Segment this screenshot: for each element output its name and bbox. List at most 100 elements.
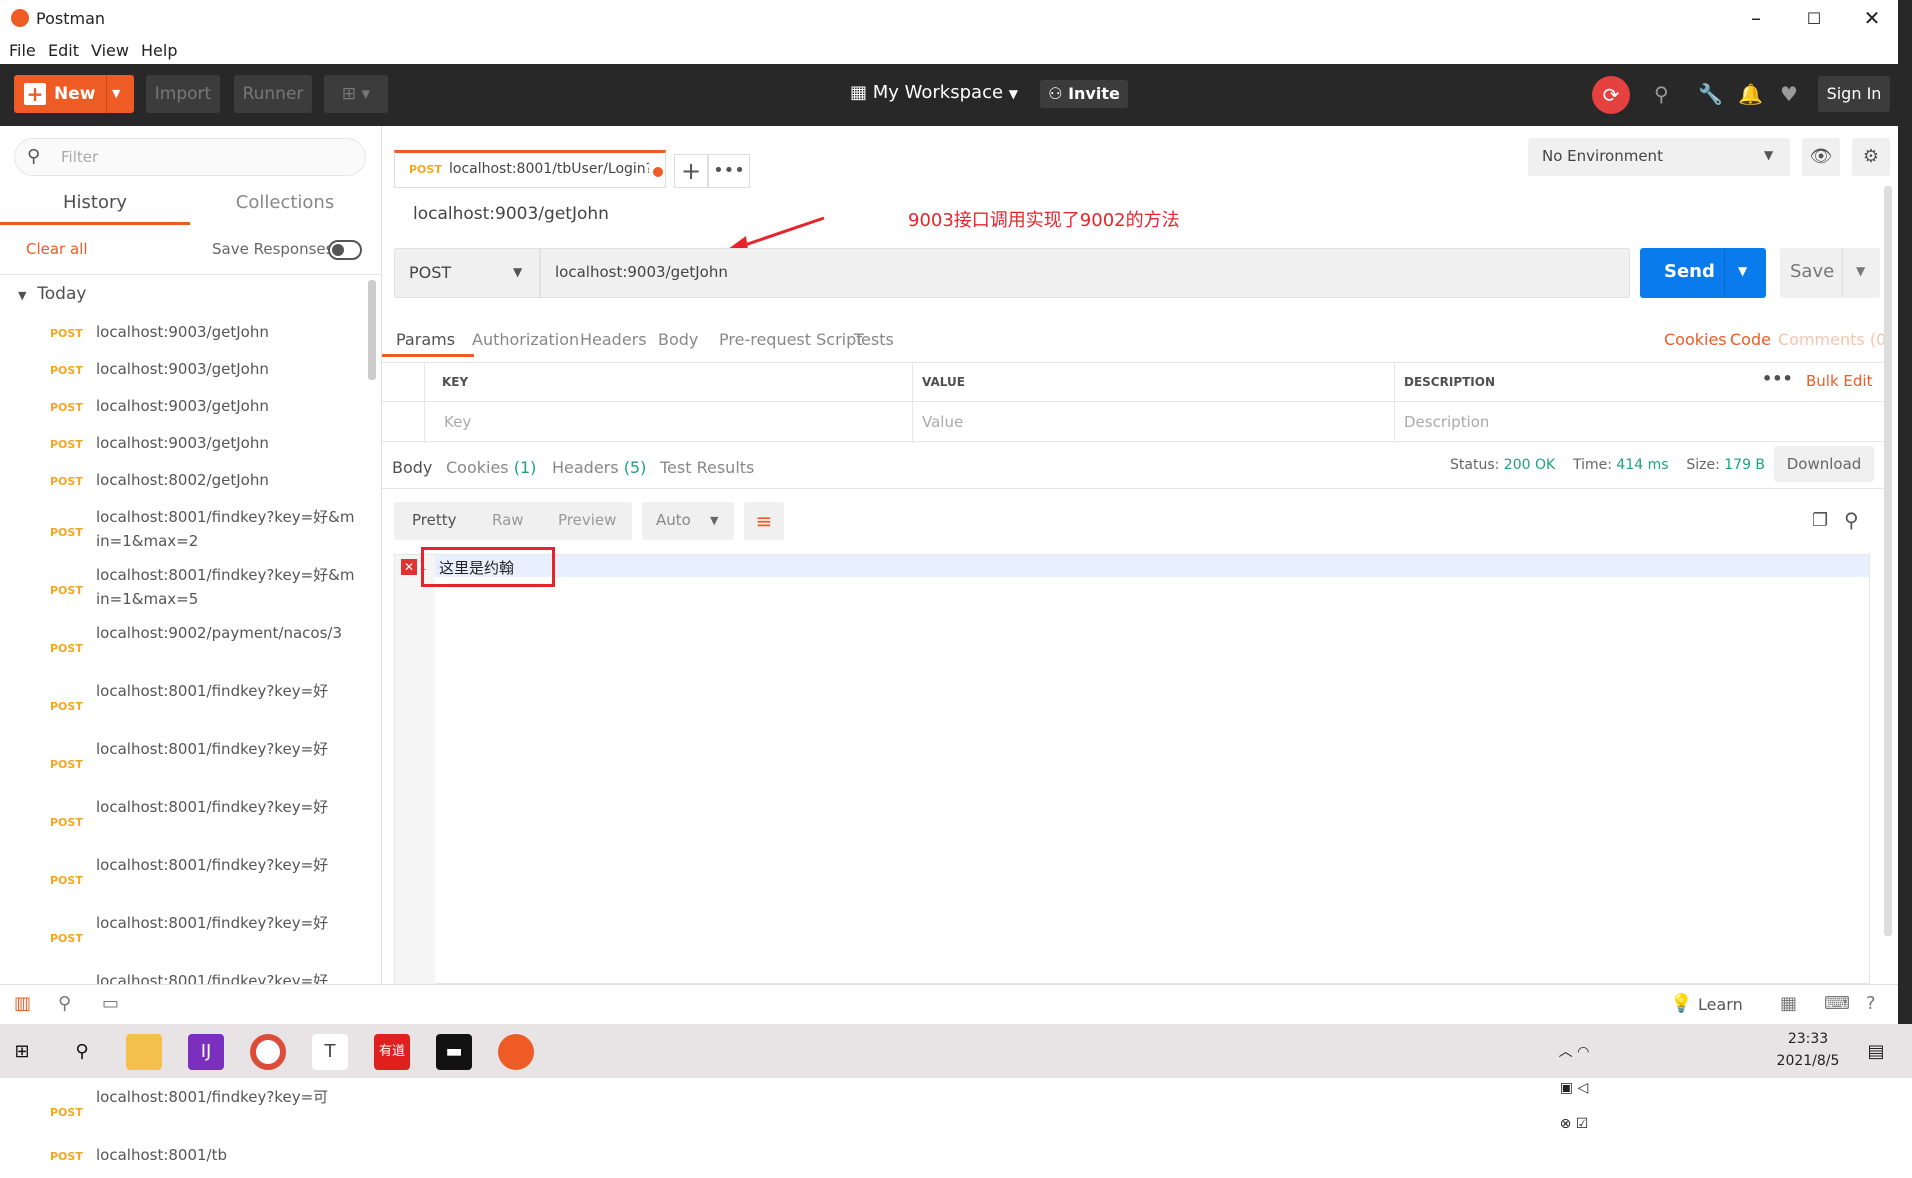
menu-help[interactable]: Help xyxy=(141,41,177,60)
format-select[interactable]: Auto ▼ xyxy=(642,502,734,540)
history-item[interactable]: POST localhost:8001/findkey?key=好 xyxy=(0,851,370,909)
bell-icon[interactable]: 🔔 xyxy=(1738,82,1763,106)
help-icon[interactable]: ? xyxy=(1866,993,1876,1014)
two-pane-icon[interactable]: ▦ xyxy=(1780,993,1797,1014)
postman-taskbar-icon[interactable] xyxy=(498,1034,534,1070)
key-input[interactable]: Key xyxy=(444,413,471,431)
invite-button[interactable]: ⚇ Invite xyxy=(1040,80,1128,108)
typora-icon[interactable]: T xyxy=(312,1034,348,1070)
save-responses-toggle[interactable] xyxy=(328,240,362,260)
more-tabs-button[interactable]: ••• xyxy=(708,154,750,188)
history-item[interactable]: POST localhost:8001/findkey?key=好 xyxy=(0,909,370,967)
menu-view[interactable]: View xyxy=(91,41,129,60)
learn-link[interactable]: Learn xyxy=(1698,995,1743,1014)
history-group-today[interactable]: ▼ Today xyxy=(18,284,86,304)
filter-input[interactable]: ⚲ Filter xyxy=(14,138,366,176)
wrench-icon[interactable]: 🔧 xyxy=(1698,82,1723,106)
sync-icon[interactable]: ⟳ xyxy=(1592,76,1630,114)
sidebar-scrollbar[interactable] xyxy=(368,280,376,380)
method-select[interactable]: POST ▼ xyxy=(394,248,540,298)
bulk-edit-link[interactable]: Bulk Edit xyxy=(1806,372,1872,390)
tab-authorization[interactable]: Authorization xyxy=(472,330,579,349)
more-options-icon[interactable]: ••• xyxy=(1762,369,1793,388)
console-icon[interactable]: ▭ xyxy=(102,993,119,1014)
wrap-lines-icon[interactable]: ≡ xyxy=(744,502,784,540)
response-body-editor[interactable]: ✕ 1 这里是约翰 xyxy=(394,547,1870,985)
search-icon[interactable]: ⚲ xyxy=(1844,508,1859,532)
signin-button[interactable]: Sign In xyxy=(1818,76,1890,112)
tab-headers[interactable]: Headers xyxy=(580,330,647,349)
response-tab-test-results[interactable]: Test Results xyxy=(660,458,754,477)
history-item[interactable]: POST localhost:9002/payment/nacos/3 xyxy=(0,619,370,677)
eye-icon[interactable]: 👁 xyxy=(1802,138,1840,176)
environment-select[interactable]: No Environment ▼ xyxy=(1528,138,1790,176)
download-button[interactable]: Download xyxy=(1774,446,1874,482)
save-button[interactable]: Save ▼ xyxy=(1780,248,1880,298)
search-icon[interactable]: ⚲ xyxy=(64,1034,100,1070)
code-link[interactable]: Code xyxy=(1730,330,1771,349)
tab-body[interactable]: Body xyxy=(658,330,698,349)
comments-link[interactable]: Comments (0) xyxy=(1778,330,1892,349)
send-button[interactable]: Send ▼ xyxy=(1640,248,1766,298)
history-item[interactable]: POST localhost:8001/findkey?key=可 xyxy=(0,1083,370,1141)
history-item[interactable]: POST localhost:9003/getJohn xyxy=(0,392,370,429)
description-input[interactable]: Description xyxy=(1404,413,1489,431)
notifications-icon[interactable]: ▤ xyxy=(1858,1034,1894,1070)
taskbar-clock[interactable]: 23:33 2021/8/5 xyxy=(1768,1028,1848,1072)
close-button[interactable]: ✕ xyxy=(1852,6,1892,30)
history-item[interactable]: POST localhost:8001/tb xyxy=(0,1141,370,1178)
tab-pre-request-script[interactable]: Pre-request Script xyxy=(719,330,863,349)
response-tab-body[interactable]: Body xyxy=(392,458,432,477)
gear-icon[interactable]: ⚙ xyxy=(1852,138,1890,176)
new-button[interactable]: + New ▼ xyxy=(14,75,134,113)
tab-tests[interactable]: Tests xyxy=(854,330,894,349)
chevron-down-icon[interactable]: ▼ xyxy=(1856,264,1865,278)
add-tab-button[interactable]: + xyxy=(674,154,708,188)
workspace-selector[interactable]: ▦ My Workspace ▼ xyxy=(850,82,1018,103)
import-button[interactable]: Import xyxy=(146,75,220,113)
history-item[interactable]: POST localhost:8001/findkey?key=好&min=1&m… xyxy=(0,503,370,561)
view-preview[interactable]: Preview xyxy=(558,511,616,529)
response-tab-headers[interactable]: Headers (5) xyxy=(552,458,646,477)
keyboard-icon[interactable]: ⌨ xyxy=(1824,993,1850,1014)
history-item[interactable]: POST localhost:8002/getJohn xyxy=(0,466,370,503)
history-item[interactable]: POST localhost:8001/findkey?key=好&min=1&m… xyxy=(0,561,370,619)
history-item[interactable]: POST localhost:9003/getJohn xyxy=(0,355,370,392)
terminal-icon[interactable]: ▬ xyxy=(436,1034,472,1070)
minimize-button[interactable]: – xyxy=(1736,6,1776,30)
windows-start-icon[interactable]: ⊞ xyxy=(4,1034,40,1070)
chevron-down-icon[interactable]: ▼ xyxy=(1738,264,1747,278)
menu-file[interactable]: File xyxy=(9,41,36,60)
youdao-icon[interactable]: 有道 xyxy=(374,1034,410,1070)
menu-edit[interactable]: Edit xyxy=(48,41,79,60)
chevron-down-icon[interactable]: ▼ xyxy=(112,75,120,113)
response-tab-cookies[interactable]: Cookies (1) xyxy=(446,458,536,477)
cookies-link[interactable]: Cookies xyxy=(1664,330,1727,349)
file-explorer-icon[interactable] xyxy=(126,1034,162,1070)
tab-params[interactable]: Params xyxy=(396,330,455,349)
value-input[interactable]: Value xyxy=(922,413,963,431)
history-item[interactable]: POST localhost:8001/findkey?key=好 xyxy=(0,735,370,793)
view-raw[interactable]: Raw xyxy=(492,511,524,529)
history-item[interactable]: POST localhost:8001/findkey?key=好 xyxy=(0,677,370,735)
main-scrollbar[interactable] xyxy=(1884,186,1892,936)
runner-button[interactable]: Runner xyxy=(234,75,312,113)
view-pretty[interactable]: Pretty xyxy=(412,511,457,529)
intellij-icon[interactable]: IJ xyxy=(188,1034,224,1070)
history-item[interactable]: POST localhost:9003/getJohn xyxy=(0,318,370,355)
chrome-icon[interactable] xyxy=(250,1034,286,1070)
clear-all-link[interactable]: Clear all xyxy=(26,240,88,258)
url-input[interactable]: localhost:9003/getJohn xyxy=(540,248,1630,298)
tab-collections[interactable]: Collections xyxy=(190,192,380,213)
heart-icon[interactable]: ♥ xyxy=(1780,82,1798,106)
satellite-icon[interactable]: ⚲ xyxy=(1654,82,1669,106)
new-window-button[interactable]: ⊞ ▾ xyxy=(324,75,388,113)
find-icon[interactable]: ⚲ xyxy=(58,993,71,1014)
tab-history[interactable]: History xyxy=(0,192,190,213)
maximize-button[interactable]: ☐ xyxy=(1794,9,1834,28)
history-item[interactable]: POST localhost:8001/findkey?key=好 xyxy=(0,793,370,851)
sidebar-toggle-icon[interactable]: ▥ xyxy=(14,993,31,1014)
request-tab[interactable]: POST localhost:8001/tbUser/Login?na xyxy=(394,150,666,188)
history-item[interactable]: POST localhost:9003/getJohn xyxy=(0,429,370,466)
copy-icon[interactable]: ❐ xyxy=(1812,510,1828,531)
